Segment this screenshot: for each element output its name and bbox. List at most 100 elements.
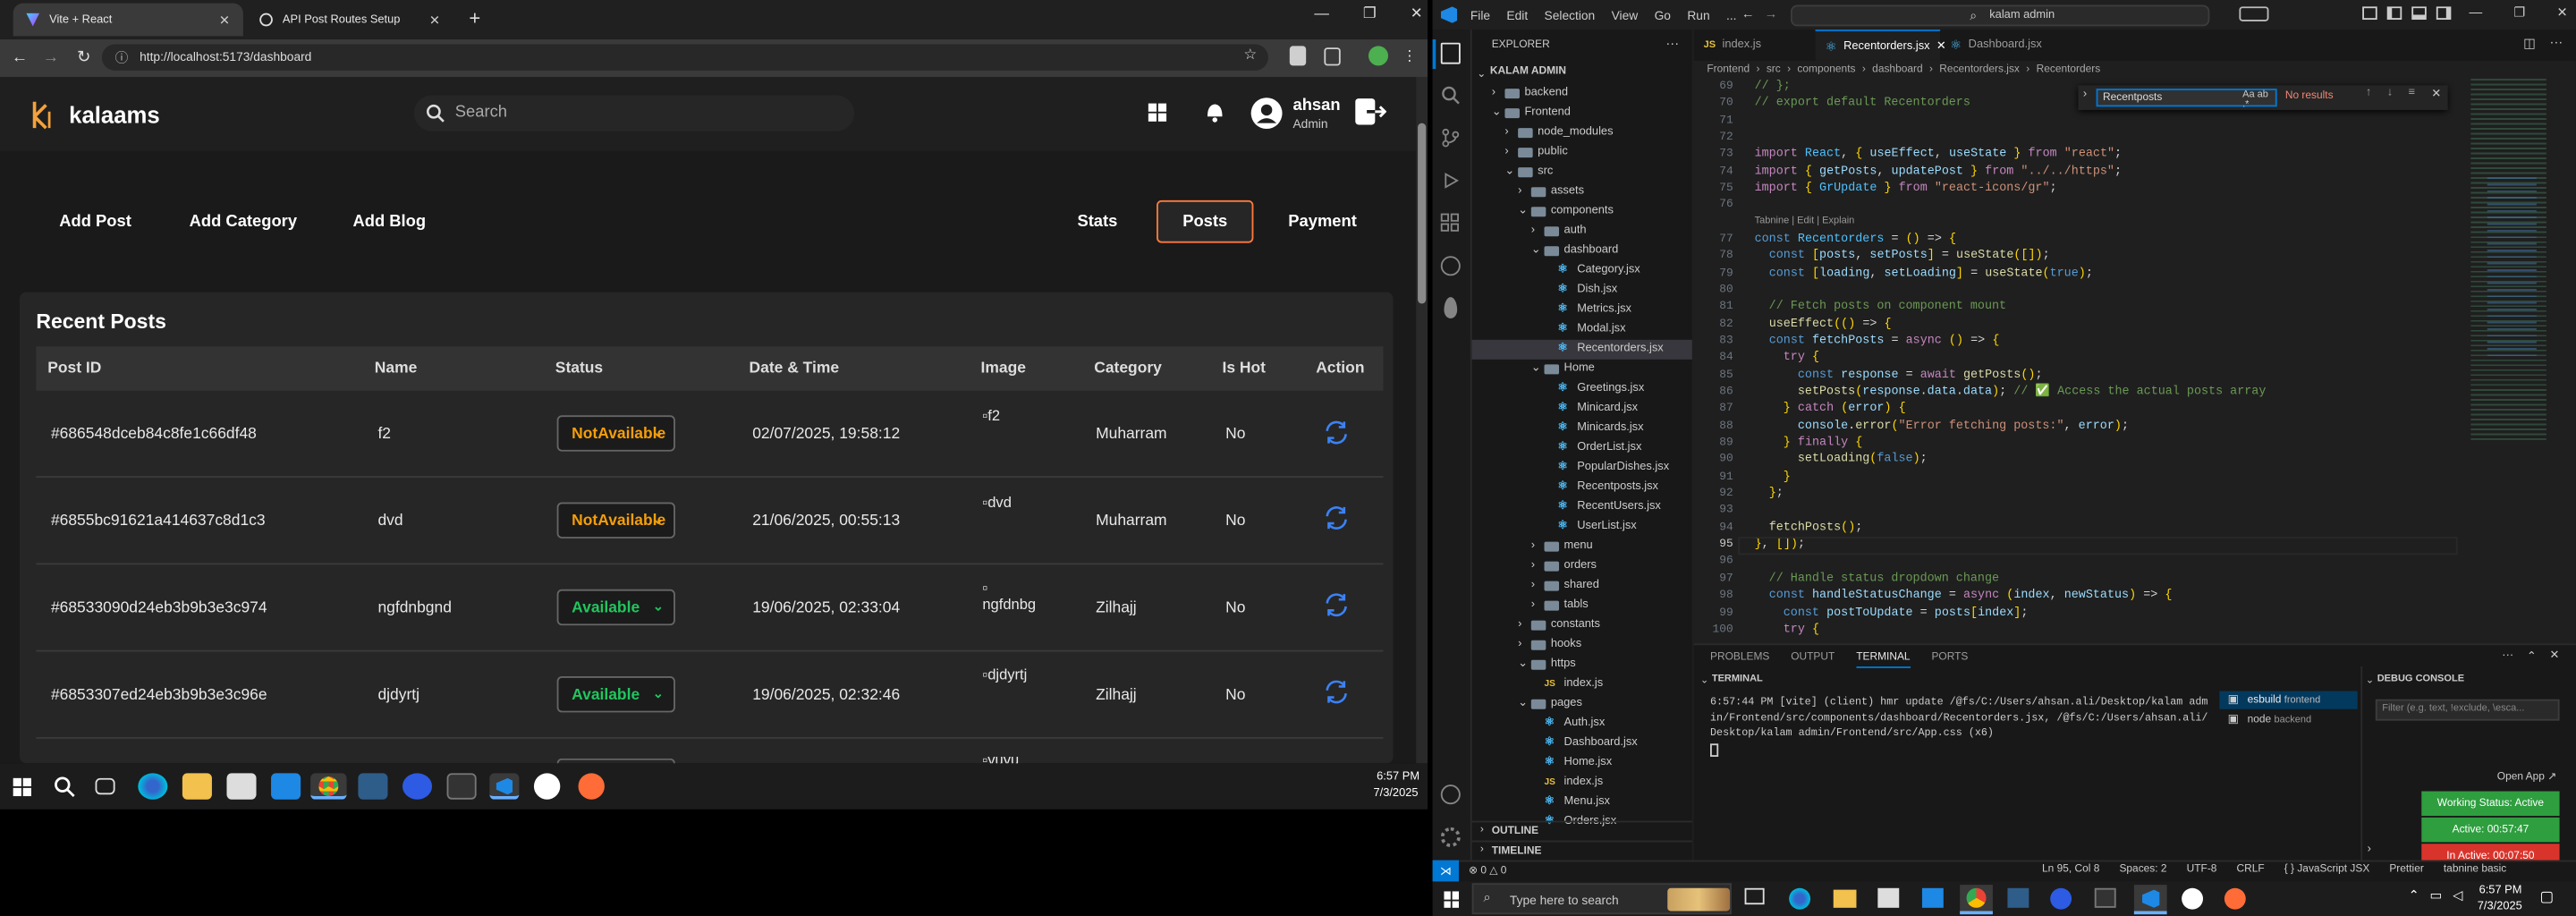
chevron-right-icon[interactable]: › xyxy=(2083,89,2087,100)
tray-chevron-up-icon[interactable]: ⌃ xyxy=(2409,888,2419,903)
tree-folder[interactable]: ⌄ Home xyxy=(1472,360,1692,379)
back-icon[interactable]: ← xyxy=(8,46,31,69)
tree-file[interactable]: ⚛ UserList.jsx xyxy=(1472,517,1692,537)
close-window-icon[interactable]: ✕ xyxy=(2556,5,2567,21)
code-line[interactable]: const response = await getPosts(); xyxy=(1755,367,2043,383)
tree-folder[interactable]: › orders xyxy=(1472,556,1692,576)
explorer-files-icon[interactable] xyxy=(1440,42,1461,64)
tree-file[interactable]: ⚛ Minicard.jsx xyxy=(1472,399,1692,419)
tree-file[interactable]: ⚛ Minicards.jsx xyxy=(1472,419,1692,438)
remote-explorer-icon[interactable] xyxy=(1440,256,1461,276)
back-icon[interactable]: ← xyxy=(1741,6,1755,21)
tree-file[interactable]: JS index.js xyxy=(1472,773,1692,793)
extension-icon[interactable] xyxy=(1289,46,1307,66)
panel-tab-ports[interactable]: PORTS xyxy=(1931,652,1968,668)
terminal-icon[interactable] xyxy=(2094,887,2116,908)
language-mode[interactable]: { } JavaScript JSX xyxy=(2284,863,2370,875)
code-line[interactable]: // }; xyxy=(1755,79,1791,95)
tree-folder[interactable]: › backend xyxy=(1472,84,1692,104)
code-line[interactable]: console.error("Error fetching posts:", e… xyxy=(1755,418,2129,434)
windows-start-icon[interactable] xyxy=(1444,891,1460,908)
reload-icon[interactable]: ↻ xyxy=(72,46,96,69)
code-line[interactable]: try { xyxy=(1755,350,1819,366)
menu-run[interactable]: Run xyxy=(1687,8,1709,23)
menu-more[interactable]: ... xyxy=(1726,8,1737,23)
prettier-status[interactable]: Prettier xyxy=(2389,863,2423,875)
code-line[interactable]: const fetchPosts = async () => { xyxy=(1755,333,2000,349)
find-options-icon[interactable]: Aa ab .* xyxy=(2242,90,2275,110)
forward-icon[interactable]: → xyxy=(39,46,63,69)
tree-folder[interactable]: › menu xyxy=(1472,537,1692,556)
menu-edit[interactable]: Edit xyxy=(1506,8,1528,23)
editor-tab[interactable]: JS index.js xyxy=(1694,30,1816,61)
mail-icon[interactable] xyxy=(1921,887,1944,908)
code-line[interactable]: fetchPosts(); xyxy=(1755,520,1863,536)
mail-icon[interactable] xyxy=(271,773,301,800)
maximize-icon[interactable]: ❐ xyxy=(2513,5,2525,21)
encoding[interactable]: UTF-8 xyxy=(2187,863,2217,875)
user-avatar-icon[interactable] xyxy=(1250,97,1284,130)
network-icon[interactable]: ▭ xyxy=(2429,888,2442,903)
find-input[interactable]: Recentposts Aa ab .* xyxy=(2096,89,2277,110)
browser-tab-vite[interactable]: Vite + React ✕ xyxy=(13,3,243,37)
status-select[interactable]: Available ⌄ xyxy=(556,676,675,713)
tree-folder[interactable]: ⌄ dashboard xyxy=(1472,242,1692,261)
chrome-icon[interactable] xyxy=(1960,885,1993,915)
app-icon[interactable] xyxy=(358,773,388,800)
tree-folder[interactable]: ⌄ Frontend xyxy=(1472,104,1692,123)
zoom-icon[interactable] xyxy=(2050,887,2072,910)
timeline-section[interactable]: TIMELINE xyxy=(1492,845,1542,857)
site-info-icon[interactable]: ⓘ xyxy=(115,49,129,67)
bookmark-star-icon[interactable]: ☆ xyxy=(1243,46,1257,64)
tree-file[interactable]: ⚛ Greetings.jsx xyxy=(1472,379,1692,399)
windows-start-icon[interactable] xyxy=(13,777,31,797)
terminal-instance[interactable]: ▣ node backend xyxy=(2219,711,2357,729)
settings-gear-icon[interactable] xyxy=(1440,827,1461,847)
file-explorer-icon[interactable] xyxy=(1833,889,1857,908)
close-window-icon[interactable]: ✕ xyxy=(1411,5,1423,31)
run-debug-icon[interactable] xyxy=(1441,171,1461,191)
maximize-icon[interactable]: ❐ xyxy=(1363,5,1377,31)
cursor-position[interactable]: Ln 95, Col 8 xyxy=(2042,863,2099,875)
breadcrumb-item[interactable]: components xyxy=(1797,64,1855,76)
taskbar-search[interactable]: ⌕ Type here to search xyxy=(1471,883,1732,915)
terminal-output[interactable]: 6:57:44 PM [vite] (client) hmr update /@… xyxy=(1710,694,2211,757)
terminal-icon[interactable] xyxy=(446,773,477,800)
split-editor-icon[interactable]: ◫ xyxy=(2523,36,2536,51)
posts-button[interactable]: Posts xyxy=(1157,199,1254,243)
more-actions-icon[interactable]: ··· xyxy=(1665,36,1679,51)
task-view-icon[interactable] xyxy=(1744,887,1765,905)
minimize-icon[interactable]: — xyxy=(2470,5,2483,21)
brand-logo[interactable]: kalaams xyxy=(30,98,160,131)
code-line[interactable]: }; xyxy=(1755,486,1784,502)
extensions-icon[interactable] xyxy=(1440,213,1459,232)
remote-indicator-icon[interactable]: ⋊ xyxy=(1432,860,1459,882)
tabnine-status[interactable]: tabnine basic xyxy=(2444,863,2506,875)
code-line[interactable]: } catch (error) { xyxy=(1755,401,1906,417)
code-line[interactable]: const [posts, setPosts] = useState([]); xyxy=(1755,248,2050,264)
debug-filter-input[interactable]: Filter (e.g. text, !exclude, \esca... xyxy=(2375,699,2560,721)
store-icon[interactable] xyxy=(1877,887,1900,908)
breadcrumb-item[interactable]: Recentorders.jsx xyxy=(1939,64,2020,76)
problems-count[interactable]: ⊗ 0 △ 0 xyxy=(1469,863,1506,877)
tree-folder[interactable]: › hooks xyxy=(1472,635,1692,655)
search-icon[interactable] xyxy=(53,775,76,798)
store-icon[interactable] xyxy=(226,773,257,800)
status-select[interactable]: Available ⌄ xyxy=(556,589,675,626)
refresh-icon[interactable] xyxy=(1323,504,1351,531)
tree-file[interactable]: ⚛ OrderList.jsx xyxy=(1472,438,1692,458)
open-app-link[interactable]: Open App ↗ xyxy=(2497,770,2556,783)
notifications-icon[interactable]: ▢ xyxy=(2540,888,2555,906)
code-line[interactable]: import React, { useEffect, useState } fr… xyxy=(1755,147,2123,163)
code-line[interactable]: } finally { xyxy=(1755,435,1863,451)
minimize-icon[interactable]: — xyxy=(1314,5,1329,31)
tree-folder[interactable]: › node_modules xyxy=(1472,123,1692,143)
close-find-icon[interactable]: ✕ xyxy=(2431,87,2441,100)
copilot-icon[interactable] xyxy=(2239,6,2269,21)
source-control-icon[interactable] xyxy=(1441,128,1461,148)
code-line[interactable]: const Recentorders = () => { xyxy=(1755,231,1956,247)
tree-file[interactable]: ⚛ Recentorders.jsx xyxy=(1471,339,1692,360)
close-tab-icon[interactable]: ✕ xyxy=(429,13,440,28)
toggle-sidebar-icon[interactable] xyxy=(2386,6,2402,21)
code-line[interactable]: } xyxy=(1755,469,1791,485)
